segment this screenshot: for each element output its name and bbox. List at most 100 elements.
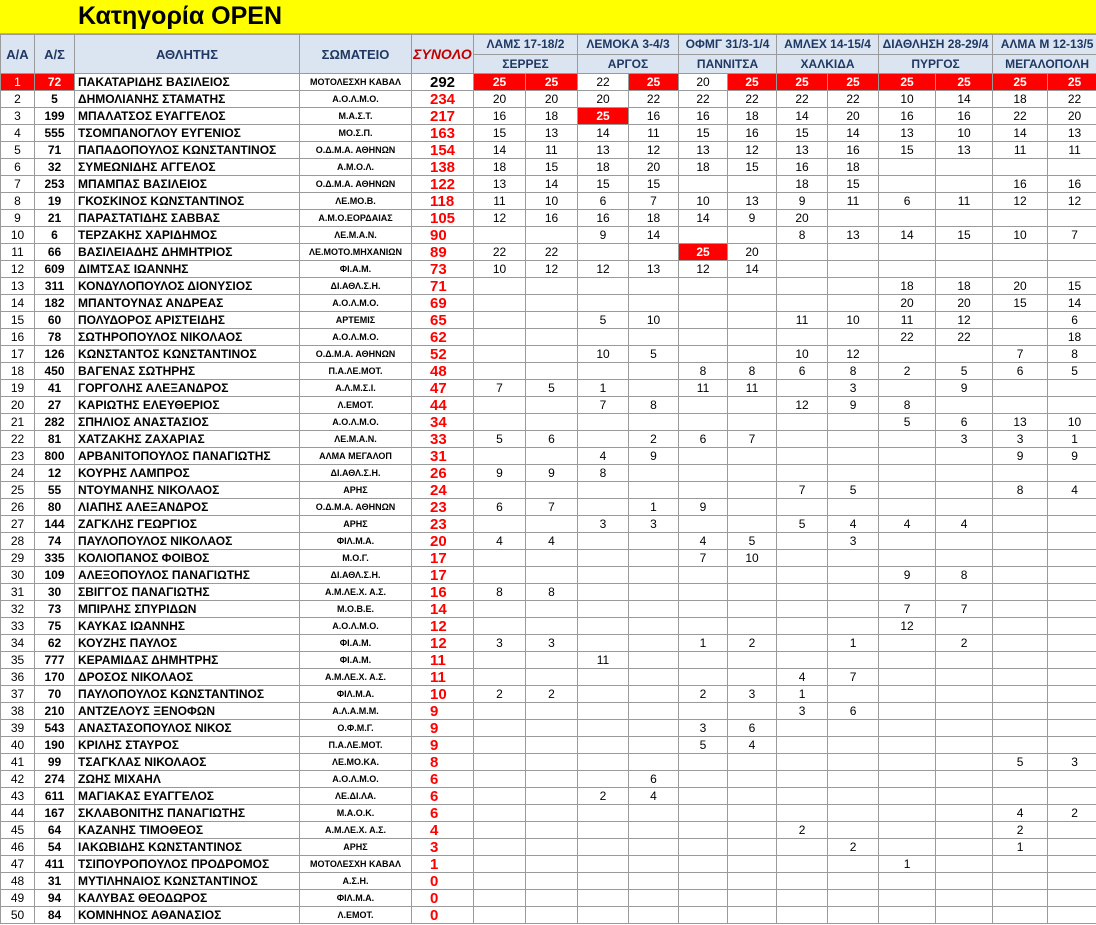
row-index: 43 (0, 787, 35, 805)
club-name: Ο.Δ.Μ.Α. ΑΘΗΝΩΝ (299, 498, 412, 516)
race-points: 5 (473, 430, 526, 448)
race-points (473, 362, 526, 380)
race-points (627, 719, 680, 737)
race-points: 4 (1047, 481, 1096, 499)
race-points (992, 311, 1049, 329)
race-points: 10 (473, 260, 526, 278)
race-points (577, 566, 629, 584)
table-row: 11 66 ΒΑΣΙΛΕΙΑΔΗΣ ΔΗΜΗΤΡΙΟΣ ΛΕ.ΜΟΤΟ.ΜΗΧΑΝΙΩ… (0, 243, 1096, 261)
race-points (727, 175, 778, 193)
athlete-name: ΒΑΓΕΝΑΣ ΣΩΤΗΡΗΣ (74, 362, 300, 380)
race-points (935, 583, 994, 601)
race-points (935, 549, 994, 567)
rider-number: 555 (34, 124, 75, 142)
race-points (678, 889, 729, 907)
row-index: 29 (0, 549, 35, 567)
club-name: Ο.Δ.Μ.Α. ΑΘΗΝΩΝ (299, 141, 412, 159)
club-name: Α.Ο.Λ.Μ.Ο. (299, 413, 412, 431)
athlete-name: ΣΠΗΛΙΟΣ ΑΝΑΣΤΑΣΙΟΣ (74, 413, 300, 431)
race-points: 4 (827, 515, 880, 533)
race-points (827, 243, 880, 261)
race-points: 20 (1047, 107, 1096, 125)
race-points (473, 277, 526, 295)
total-points: 23 (411, 498, 474, 516)
race-points: 16 (776, 158, 829, 176)
table-row: 20 27 ΚΑΡΙΩΤΗΣ ΕΛΕΥΘΕΡΙΟΣ Λ.ΕΜΟΤ. 44 7 8 12 9 8 (0, 396, 1096, 414)
rider-number: 190 (34, 736, 75, 754)
table-row: 12 609 ΔΙΜΤΣΑΣ ΙΩΑΝΝΗΣ ΦΙ.Α.Μ. 73 10 12 12 13 12 1… (0, 260, 1096, 278)
club-name: Π.Α.ΛΕ.ΜΟΤ. (299, 362, 412, 380)
race-points: 10 (992, 226, 1049, 244)
race-points (776, 872, 829, 890)
race-points (577, 719, 629, 737)
athlete-name: ΠΑΥΛΟΠΟΥΛΟΣ ΝΙΚΟΛΑΟΣ (74, 532, 300, 550)
race-points: 5 (577, 311, 629, 329)
race-points (827, 685, 880, 703)
total-points: 17 (411, 566, 474, 584)
race-points: 9 (935, 379, 994, 397)
table-row: 21 282 ΣΠΗΛΙΟΣ ΑΝΑΣΤΑΣΙΟΣ Α.Ο.Λ.Μ.Ο. 34 5 6 13 1… (0, 413, 1096, 431)
club-name: ΜΟΤΟΛΕΣΧΗ ΚΑΒΑΛ (299, 73, 412, 91)
race-points: 4 (935, 515, 994, 533)
race-points (827, 804, 880, 822)
rider-number: 5 (34, 90, 75, 108)
total-points: 90 (411, 226, 474, 244)
race-points: 4 (878, 515, 937, 533)
race-points (935, 447, 994, 465)
table-row: 42 274 ΖΩΗΣ ΜΙΧΑΗΛ Α.Ο.Λ.Μ.Ο. 6 6 (0, 770, 1096, 788)
rider-number: 60 (34, 311, 75, 329)
race-points (1047, 566, 1096, 584)
race-points (627, 413, 680, 431)
race-points (627, 583, 680, 601)
race-points (627, 702, 680, 720)
club-name: ΦΙΛ.Μ.Α. (299, 685, 412, 703)
race-points: 2 (878, 362, 937, 380)
row-index: 12 (0, 260, 35, 278)
race-points: 25 (525, 73, 578, 91)
race-points (525, 617, 578, 635)
race-points: 7 (992, 345, 1049, 363)
race-points (727, 753, 778, 771)
race-points: 11 (776, 311, 829, 329)
race-points (525, 906, 578, 924)
row-index: 19 (0, 379, 35, 397)
rider-number: 167 (34, 804, 75, 822)
race-points: 8 (678, 362, 729, 380)
race-points (935, 685, 994, 703)
race-points (473, 770, 526, 788)
race-points (577, 243, 629, 261)
club-name: ΜΟΤΟΛΕΣΧΗ ΚΑΒΑΛ (299, 855, 412, 873)
race-points: 9 (878, 566, 937, 584)
race-points: 1 (776, 685, 829, 703)
race-points (827, 906, 880, 924)
rider-number: 54 (34, 838, 75, 856)
total-points: 10 (411, 685, 474, 703)
race-points (727, 515, 778, 533)
athlete-name: ΔΙΜΤΣΑΣ ΙΩΑΝΝΗΣ (74, 260, 300, 278)
race-points (935, 668, 994, 686)
race-points: 7 (525, 498, 578, 516)
race-points (878, 719, 937, 737)
race-points (992, 549, 1049, 567)
race-points (627, 685, 680, 703)
race-points: 18 (627, 209, 680, 227)
race-points: 2 (727, 634, 778, 652)
race-points (473, 396, 526, 414)
total-points: 9 (411, 719, 474, 737)
race-points: 7 (678, 549, 729, 567)
race-points: 1 (577, 379, 629, 397)
race-points: 9 (627, 447, 680, 465)
race-points (577, 736, 629, 754)
race-points: 13 (827, 226, 880, 244)
club-name: Α.Μ.ΛΕ.Χ. Α.Σ. (299, 668, 412, 686)
table-row: 24 12 ΚΟΥΡΗΣ ΛΑΜΠΡΟΣ ΔΙ.ΑΘΛ.Σ.Η. 26 9 9 8 (0, 464, 1096, 482)
race-points: 18 (727, 107, 778, 125)
race-points (1047, 617, 1096, 635)
race-points: 12 (992, 192, 1049, 210)
total-points: 154 (411, 141, 474, 159)
table-row: 47 411 ΤΣΙΠΟΥΡΟΠΟΥΛΟΣ ΠΡΟΔΡΟΜΟΣ ΜΟΤΟΛΕΣΧΗ Κ… (0, 855, 1096, 873)
race-points (525, 226, 578, 244)
race-points (935, 209, 994, 227)
race-points (473, 838, 526, 856)
total-points: 16 (411, 583, 474, 601)
